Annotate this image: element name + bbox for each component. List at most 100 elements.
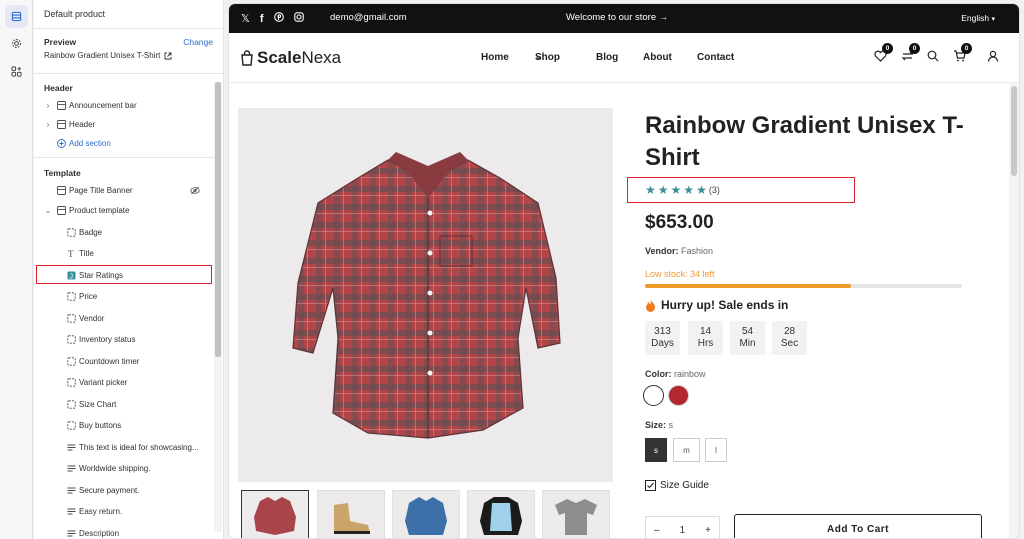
menu-home[interactable]: Home — [481, 52, 509, 63]
section-label: Product template — [69, 205, 130, 215]
block-icon — [66, 292, 76, 302]
add-section-button[interactable]: Add section — [34, 135, 214, 151]
sections-icon[interactable] — [5, 5, 28, 28]
thumbnail-boots[interactable] — [317, 490, 385, 538]
account-button[interactable] — [987, 49, 999, 67]
inventory-status: Low stock: 34 left — [645, 269, 715, 279]
block-worldwide-shipping[interactable]: Worldwide shipping. — [34, 461, 214, 477]
block-description[interactable]: Description — [34, 525, 214, 539]
chevron-right-icon[interactable]: › — [44, 120, 52, 129]
vendor-value: Fashion — [681, 246, 714, 256]
size-m-button[interactable]: m — [673, 438, 700, 462]
block-title[interactable]: T Title — [34, 246, 214, 262]
block-badge[interactable]: Badge — [34, 224, 214, 240]
plus-icon[interactable]: + — [705, 525, 711, 536]
block-icon — [66, 421, 76, 431]
block-label: Size Chart — [79, 399, 117, 409]
product-vendor: Vendor: Fashion — [645, 246, 713, 256]
preview-product-link[interactable]: Rainbow Gradient Unisex T-Shirt — [44, 51, 172, 60]
menu-contact[interactable]: Contact — [697, 52, 734, 63]
block-countdown-timer[interactable]: Countdown timer — [34, 353, 214, 369]
sweater-thumb — [480, 497, 522, 535]
apps-icon[interactable] — [5, 60, 28, 83]
chevron-down-icon: ⌄ — [535, 52, 542, 61]
facebook-icon[interactable]: f — [260, 13, 264, 25]
plus-circle-icon — [56, 138, 66, 148]
swatch-rainbow[interactable] — [643, 385, 664, 406]
thumbnail-shirt-plaid[interactable] — [241, 490, 309, 538]
product-main-image[interactable] — [238, 108, 613, 482]
size-l-button[interactable]: l — [705, 438, 727, 462]
block-label: Easy return. — [79, 507, 123, 516]
block-price[interactable]: Price — [34, 289, 214, 305]
block-icon — [66, 313, 76, 323]
block-label: Price — [79, 292, 98, 301]
block-label: Variant picker — [79, 378, 128, 387]
block-label: Buy buttons — [79, 421, 122, 430]
compare-button[interactable]: 0 — [901, 43, 920, 67]
add-section-label: Add section — [69, 138, 111, 148]
size-option-label: Size: s — [645, 420, 673, 430]
block-icon — [66, 356, 76, 366]
cart-button[interactable]: 0 — [953, 43, 972, 67]
size-s-button[interactable]: s — [645, 438, 667, 462]
preview-scrollbar-thumb[interactable] — [1011, 86, 1017, 176]
block-vendor[interactable]: Vendor — [34, 310, 214, 326]
menu-blog[interactable]: Blog — [596, 52, 618, 63]
language-selector[interactable]: English ▾ — [961, 13, 995, 23]
section-product-template[interactable]: ⌄ Product template — [34, 202, 214, 218]
template-title: Default product — [44, 9, 106, 19]
block-this-text-is-ideal-for-showcasing[interactable]: This text is ideal for showcasing... — [34, 439, 214, 455]
block-size-chart[interactable]: Size Chart — [34, 396, 214, 412]
section-icon — [56, 100, 66, 110]
menu-about[interactable]: About — [643, 52, 672, 63]
block-inventory-status[interactable]: Inventory status — [34, 332, 214, 348]
section-icon — [56, 185, 66, 195]
block-easy-return[interactable]: Easy return. — [34, 504, 214, 520]
x-icon[interactable]: 𝕏 — [241, 12, 250, 25]
sidebar-scrollbar-thumb[interactable] — [215, 82, 221, 357]
divider — [34, 157, 224, 158]
change-preview-link[interactable]: Change — [183, 37, 213, 47]
block-buy-buttons[interactable]: Buy buttons — [34, 418, 214, 434]
search-button[interactable] — [927, 49, 939, 67]
quantity-value[interactable]: 1 — [680, 525, 686, 536]
thumbnail-sweater[interactable] — [467, 490, 535, 538]
block-icon — [66, 507, 76, 517]
chevron-down-icon[interactable]: ⌄ — [44, 206, 52, 215]
block-label: Description — [79, 528, 120, 538]
size-guide-link[interactable]: Size Guide — [645, 480, 709, 491]
block-secure-payment[interactable]: Secure payment. — [34, 482, 214, 498]
countdown-unit: Min — [739, 338, 756, 349]
contact-email[interactable]: demo@gmail.com — [330, 12, 407, 23]
section-header[interactable]: › Header — [34, 116, 214, 132]
divider — [34, 28, 224, 29]
vendor-label: Vendor: — [645, 246, 679, 256]
pinterest-icon[interactable] — [273, 12, 284, 25]
block-variant-picker[interactable]: Variant picker — [34, 375, 214, 391]
swatch-red[interactable] — [668, 385, 689, 406]
add-to-cart-button[interactable]: Add To Cart — [734, 514, 982, 538]
minus-icon[interactable]: – — [654, 525, 660, 536]
countdown-seconds: 28 Sec — [772, 321, 807, 355]
countdown-unit: Days — [651, 338, 674, 349]
header-group-heading: Header — [44, 83, 73, 93]
chevron-right-icon[interactable]: › — [44, 101, 52, 110]
thumbnail-gray-tshirt[interactable] — [542, 490, 610, 538]
section-announcement-bar[interactable]: › Announcement bar — [34, 97, 214, 113]
store-logo[interactable]: ScaleNexa — [240, 48, 341, 68]
gear-icon[interactable] — [5, 32, 28, 55]
gray-tshirt-thumb — [555, 499, 597, 535]
eye-hidden-icon[interactable] — [190, 185, 200, 195]
instagram-icon[interactable] — [293, 12, 304, 25]
countdown-value: 28 — [783, 326, 796, 337]
wishlist-button[interactable]: 0 — [874, 43, 893, 67]
section-page-title-banner[interactable]: Page Title Banner — [34, 182, 214, 198]
thumbnail-denim-jacket[interactable] — [392, 490, 460, 538]
svg-text:T: T — [68, 249, 74, 258]
section-label: Page Title Banner — [69, 185, 133, 195]
divider — [34, 73, 224, 74]
logo-part-1: Scale — [257, 48, 302, 67]
welcome-message[interactable]: Welcome to our store → — [566, 12, 668, 23]
quantity-stepper[interactable]: – 1 + — [645, 516, 720, 538]
